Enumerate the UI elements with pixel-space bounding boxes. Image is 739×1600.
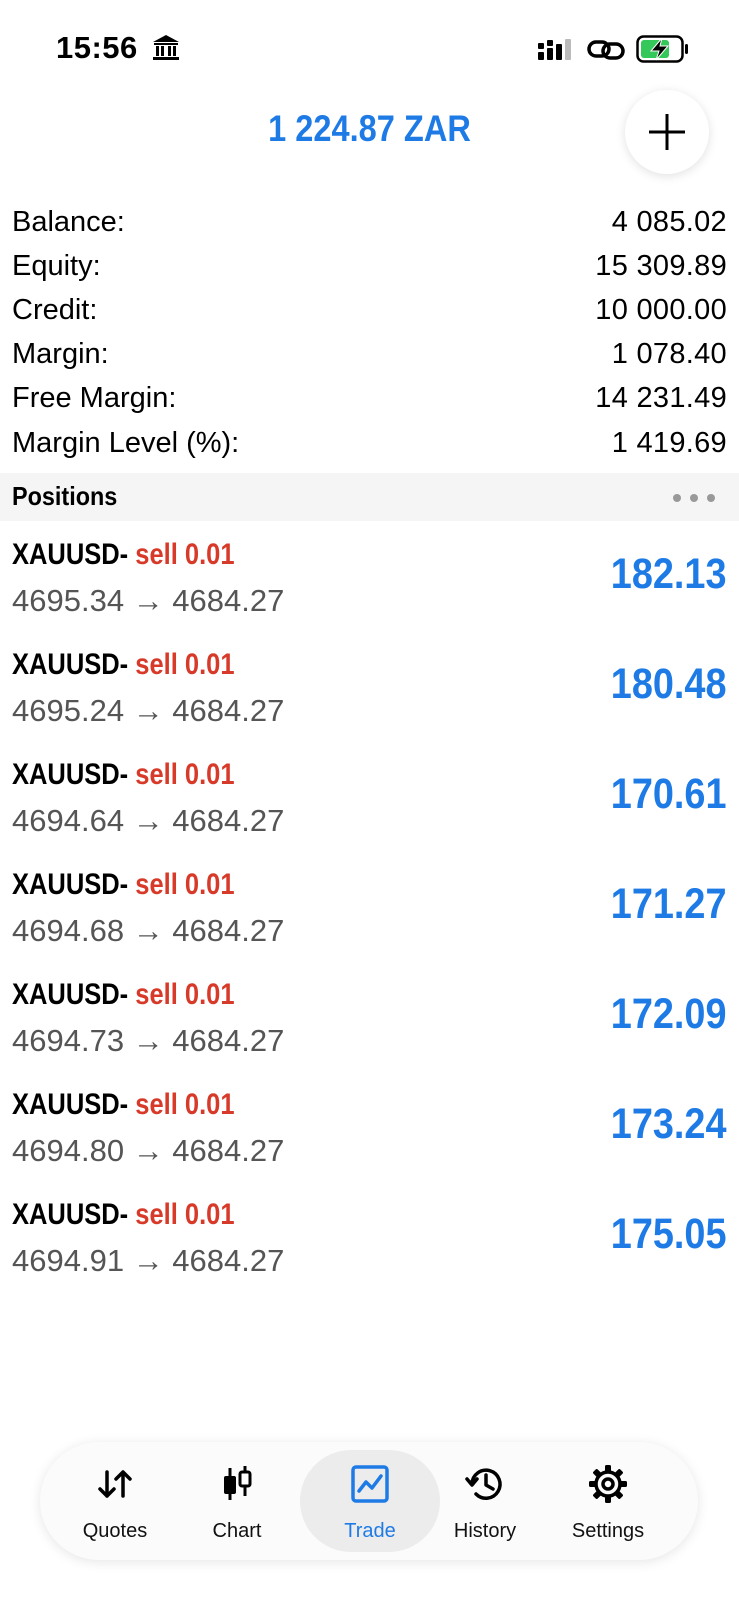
- position-row[interactable]: XAUUSD- sell 0.01 4694.68 → 4684.27 171.…: [0, 858, 739, 968]
- quotes-arrows-icon: [98, 1470, 132, 1498]
- position-prices: 4694.73 → 4684.27: [12, 1023, 285, 1058]
- status-time: 15:56: [56, 30, 138, 65]
- position-profit: 175.05: [611, 1210, 727, 1258]
- account-balance-header: 1 224.87 ZAR: [268, 108, 471, 149]
- summary-label: Balance:: [12, 205, 125, 238]
- position-prices: 4695.34 → 4684.27: [12, 583, 285, 618]
- summary-row-margin: Margin: 1 078.40: [12, 333, 727, 377]
- summary-row-free-margin: Free Margin: 14 231.49: [12, 377, 727, 421]
- summary-label: Credit:: [12, 293, 98, 326]
- position-profit: 172.09: [611, 990, 727, 1038]
- position-row[interactable]: XAUUSD- sell 0.01 4694.64 → 4684.27 170.…: [0, 748, 739, 858]
- gear-icon: [589, 1465, 627, 1503]
- link-icon: [587, 40, 625, 60]
- summary-row-balance: Balance: 4 085.02: [12, 200, 727, 244]
- position-profit: 182.13: [611, 550, 727, 598]
- position-symbol: XAUUSD- sell 0.01: [12, 868, 235, 901]
- tab-quotes[interactable]: Quotes: [52, 1442, 178, 1560]
- position-side: sell 0.01: [135, 538, 235, 571]
- position-profit: 180.48: [611, 660, 727, 708]
- tab-label: Quotes: [82, 1520, 148, 1542]
- position-symbol: XAUUSD- sell 0.01: [12, 1088, 235, 1121]
- position-prices: 4694.80 → 4684.27: [12, 1133, 285, 1168]
- summary-value: 1 419.69: [611, 426, 727, 459]
- tab-label: History: [453, 1520, 517, 1542]
- summary-row-credit: Credit: 10 000.00: [12, 288, 727, 332]
- position-symbol: XAUUSD- sell 0.01: [12, 978, 235, 1011]
- account-summary: Balance: 4 085.02 Equity: 15 309.89 Cred…: [12, 200, 727, 465]
- summary-value: 4 085.02: [611, 205, 727, 238]
- tab-settings[interactable]: Settings: [545, 1442, 671, 1560]
- position-prices: 4694.68 → 4684.27: [12, 913, 285, 948]
- candlestick-icon: [224, 1466, 252, 1500]
- more-options-icon[interactable]: [672, 493, 716, 503]
- position-row[interactable]: XAUUSD- sell 0.01 4694.80 → 4684.27 173.…: [0, 1078, 739, 1188]
- summary-label: Margin Level (%):: [12, 426, 240, 459]
- battery-charging-icon: [636, 35, 688, 63]
- bottom-tab-bar: Quotes Chart Trade History Settings: [40, 1442, 698, 1560]
- status-bar: 15:56: [0, 0, 739, 100]
- position-profit: 173.24: [611, 1100, 727, 1148]
- position-symbol: XAUUSD- sell 0.01: [12, 538, 235, 571]
- positions-title: Positions: [12, 481, 118, 511]
- history-icon: [465, 1468, 502, 1500]
- position-profit: 171.27: [611, 880, 727, 928]
- summary-row-equity: Equity: 15 309.89: [12, 244, 727, 288]
- positions-list: XAUUSD- sell 0.01 4695.34 → 4684.27 182.…: [0, 528, 739, 1298]
- signal-icon: [538, 39, 571, 60]
- position-prices: 4694.91 → 4684.27: [12, 1243, 285, 1278]
- tab-trade[interactable]: Trade: [307, 1442, 433, 1560]
- summary-value: 1 078.40: [611, 338, 727, 371]
- position-side: sell 0.01: [135, 1198, 235, 1231]
- position-prices: 4694.64 → 4684.27: [12, 803, 285, 838]
- position-side: sell 0.01: [135, 758, 235, 791]
- position-side: sell 0.01: [135, 978, 235, 1011]
- position-symbol: XAUUSD- sell 0.01: [12, 758, 235, 791]
- position-row[interactable]: XAUUSD- sell 0.01 4695.34 → 4684.27 182.…: [0, 528, 739, 638]
- trade-chart-icon: [351, 1465, 389, 1503]
- position-symbol: XAUUSD- sell 0.01: [12, 1198, 235, 1231]
- tab-label: Chart: [212, 1520, 262, 1542]
- summary-label: Equity:: [12, 249, 101, 282]
- summary-label: Free Margin:: [12, 382, 177, 415]
- position-row[interactable]: XAUUSD- sell 0.01 4695.24 → 4684.27 180.…: [0, 638, 739, 748]
- plus-icon: [649, 114, 685, 150]
- add-order-button[interactable]: [625, 90, 709, 174]
- position-row[interactable]: XAUUSD- sell 0.01 4694.91 → 4684.27 175.…: [0, 1188, 739, 1298]
- tab-label: Settings: [571, 1520, 645, 1542]
- position-profit: 170.61: [611, 770, 727, 818]
- position-prices: 4695.24 → 4684.27: [12, 693, 285, 728]
- summary-value: 14 231.49: [595, 382, 727, 415]
- position-side: sell 0.01: [135, 868, 235, 901]
- summary-value: 10 000.00: [595, 293, 727, 326]
- summary-row-margin-level: Margin Level (%): 1 419.69: [12, 421, 727, 465]
- position-side: sell 0.01: [135, 648, 235, 681]
- position-side: sell 0.01: [135, 1088, 235, 1121]
- tab-chart[interactable]: Chart: [174, 1442, 300, 1560]
- summary-label: Margin:: [12, 338, 109, 371]
- tab-history[interactable]: History: [422, 1442, 548, 1560]
- position-symbol: XAUUSD- sell 0.01: [12, 648, 235, 681]
- summary-value: 15 309.89: [595, 249, 727, 282]
- bank-icon: [153, 35, 179, 60]
- positions-section-header: Positions: [0, 473, 739, 521]
- position-row[interactable]: XAUUSD- sell 0.01 4694.73 → 4684.27 172.…: [0, 968, 739, 1078]
- tab-label: Trade: [344, 1520, 396, 1542]
